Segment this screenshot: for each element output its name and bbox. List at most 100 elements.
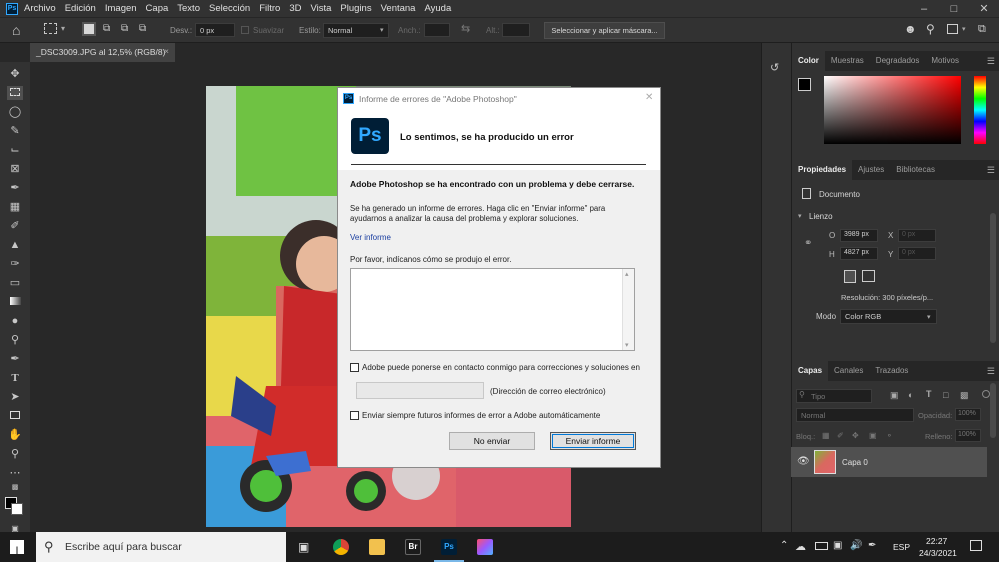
eraser-tool-icon[interactable]: ▭ bbox=[7, 276, 23, 290]
tab-canales[interactable]: Canales bbox=[828, 361, 869, 381]
add-selection-icon[interactable]: ⧉ bbox=[103, 23, 110, 34]
document-tab[interactable]: _DSC3009.JPG al 12,5% (RGB/8) × bbox=[30, 43, 175, 62]
menu-seleccion[interactable]: Selección bbox=[209, 3, 250, 14]
quick-select-tool-icon[interactable]: ✎ bbox=[7, 124, 23, 138]
x-input[interactable]: 0 px bbox=[898, 229, 936, 242]
panel-menu-icon[interactable]: ☰ bbox=[987, 165, 995, 176]
marquee-tool-icon[interactable] bbox=[44, 23, 57, 34]
hue-slider[interactable] bbox=[974, 76, 986, 144]
menu-archivo[interactable]: Archivo bbox=[24, 3, 56, 14]
history-brush-tool-icon[interactable]: ✑ bbox=[7, 257, 23, 271]
type-tool-icon[interactable]: T bbox=[7, 371, 23, 385]
tab-ajustes[interactable]: Ajustes bbox=[852, 160, 890, 180]
select-and-mask-button[interactable]: Seleccionar y aplicar máscara... bbox=[544, 22, 665, 39]
error-description-textarea[interactable]: ▴ ▾ bbox=[350, 268, 635, 351]
send-report-button[interactable]: Enviar informe bbox=[550, 432, 636, 450]
foreground-color-swatch[interactable] bbox=[798, 78, 811, 91]
bridge-icon[interactable]: Br bbox=[405, 539, 421, 555]
close-icon[interactable]: × bbox=[164, 46, 169, 56]
menu-imagen[interactable]: Imagen bbox=[105, 3, 137, 14]
tab-trazados[interactable]: Trazados bbox=[869, 361, 914, 381]
zoom-tool-icon[interactable]: ⚲ bbox=[7, 447, 23, 461]
tab-color[interactable]: Color bbox=[792, 51, 825, 71]
eyedropper-tool-icon[interactable]: ✒ bbox=[7, 181, 23, 195]
lock-pixels-icon[interactable]: ▦ bbox=[822, 431, 830, 440]
layer-row[interactable]: 👁 Capa 0 bbox=[791, 447, 987, 477]
frame-tool-icon[interactable]: ⊠ bbox=[7, 162, 23, 176]
menu-edicion[interactable]: Edición bbox=[65, 3, 96, 14]
filter-shape-icon[interactable]: □ bbox=[943, 390, 948, 400]
volume-icon[interactable]: 🔊 bbox=[850, 540, 862, 551]
lock-position-icon[interactable]: ✥ bbox=[852, 431, 859, 440]
y-input[interactable]: 0 px bbox=[898, 247, 936, 260]
menu-plugins[interactable]: Plugins bbox=[340, 3, 371, 14]
clock-date[interactable]: 24/3/2021 bbox=[919, 548, 957, 558]
filter-image-icon[interactable]: ▣ bbox=[890, 390, 899, 401]
language-indicator[interactable]: ESP bbox=[893, 542, 910, 552]
antialias-checkbox[interactable] bbox=[241, 26, 249, 34]
close-icon[interactable]: ✕ bbox=[645, 92, 653, 103]
blur-tool-icon[interactable]: ● bbox=[7, 314, 23, 328]
task-view-icon[interactable]: ▣ bbox=[298, 540, 309, 554]
width-input[interactable]: 3989 px bbox=[840, 229, 878, 242]
healing-brush-tool-icon[interactable]: ▦ bbox=[7, 200, 23, 214]
crop-tool-icon[interactable]: ⌙ bbox=[7, 143, 23, 157]
opacity-input[interactable]: 100% bbox=[955, 408, 981, 421]
email-input[interactable] bbox=[356, 382, 484, 399]
new-selection-icon[interactable] bbox=[82, 22, 96, 36]
menu-texto[interactable]: Texto bbox=[177, 3, 200, 14]
width-input[interactable] bbox=[424, 23, 450, 37]
swap-icon[interactable]: ⇆ bbox=[461, 22, 470, 35]
rectangle-tool-icon[interactable] bbox=[7, 409, 23, 423]
feather-input[interactable]: 0 px bbox=[195, 23, 235, 37]
file-explorer-icon[interactable] bbox=[369, 539, 385, 555]
filter-smart-object-icon[interactable]: ▩ bbox=[960, 390, 969, 401]
photoshop-app-icon[interactable]: Ps bbox=[6, 2, 18, 15]
network-icon[interactable]: ▣ bbox=[833, 540, 842, 551]
share-icon[interactable]: ⧉ bbox=[978, 23, 986, 36]
tab-propiedades[interactable]: Propiedades bbox=[792, 160, 853, 180]
subtract-selection-icon[interactable]: ⧉ bbox=[121, 23, 128, 34]
more-tools-icon[interactable]: ⋯ bbox=[7, 466, 23, 480]
clone-stamp-tool-icon[interactable]: ▲ bbox=[7, 238, 23, 252]
default-colors-icon[interactable]: ▩ bbox=[7, 481, 23, 495]
home-icon[interactable]: ⌂ bbox=[12, 22, 20, 38]
chevron-down-icon[interactable]: ▾ bbox=[625, 341, 629, 349]
chevron-down-icon[interactable]: ▾ bbox=[61, 24, 65, 33]
chevron-down-icon[interactable]: ▾ bbox=[798, 212, 802, 220]
intersect-selection-icon[interactable]: ⧉ bbox=[139, 23, 146, 34]
marquee-tool-icon[interactable] bbox=[7, 86, 23, 100]
chevron-up-icon[interactable]: ▴ bbox=[625, 270, 629, 278]
search-icon[interactable]: ⚲ bbox=[926, 22, 935, 36]
layers-scrollbar[interactable] bbox=[990, 383, 996, 438]
menu-ventana[interactable]: Ventana bbox=[381, 3, 416, 14]
photoshop-taskbar-icon[interactable]: Ps bbox=[441, 539, 457, 555]
height-input[interactable] bbox=[502, 23, 530, 37]
dodge-tool-icon[interactable]: ⚲ bbox=[7, 333, 23, 347]
contact-checkbox[interactable] bbox=[350, 363, 359, 372]
properties-scrollbar[interactable] bbox=[990, 213, 996, 343]
blend-mode-select[interactable]: Normal bbox=[796, 408, 914, 422]
history-panel-icon[interactable]: ↺ bbox=[770, 61, 779, 74]
panel-menu-icon[interactable]: ☰ bbox=[987, 366, 995, 377]
hand-tool-icon[interactable]: ✋ bbox=[7, 428, 23, 442]
textarea-scrollbar[interactable]: ▴ ▾ bbox=[622, 269, 634, 350]
height-input[interactable]: 4827 px bbox=[840, 247, 878, 260]
layer-thumbnail[interactable] bbox=[814, 450, 836, 474]
clock-time[interactable]: 22:27 bbox=[926, 536, 947, 546]
minimize-icon[interactable]: – bbox=[909, 3, 939, 15]
lock-paint-icon[interactable]: ✐ bbox=[837, 431, 844, 440]
workspace-icon[interactable] bbox=[947, 24, 958, 34]
menu-ayuda[interactable]: Ayuda bbox=[424, 3, 451, 14]
lasso-tool-icon[interactable]: ◯ bbox=[7, 105, 23, 119]
move-tool-icon[interactable]: ✥ bbox=[7, 67, 23, 81]
path-selection-tool-icon[interactable]: ➤ bbox=[7, 390, 23, 404]
panel-menu-icon[interactable]: ☰ bbox=[987, 56, 995, 67]
menu-3d[interactable]: 3D bbox=[289, 3, 301, 14]
pen-tool-icon[interactable]: ✒ bbox=[7, 352, 23, 366]
filter-toggle-icon[interactable] bbox=[982, 390, 990, 398]
chevron-down-icon[interactable]: ▾ bbox=[962, 25, 966, 33]
weather-icon[interactable]: ☁ bbox=[795, 540, 806, 553]
windows-start-icon[interactable] bbox=[10, 540, 24, 554]
layer-filter-input[interactable]: Tipo bbox=[796, 389, 872, 403]
